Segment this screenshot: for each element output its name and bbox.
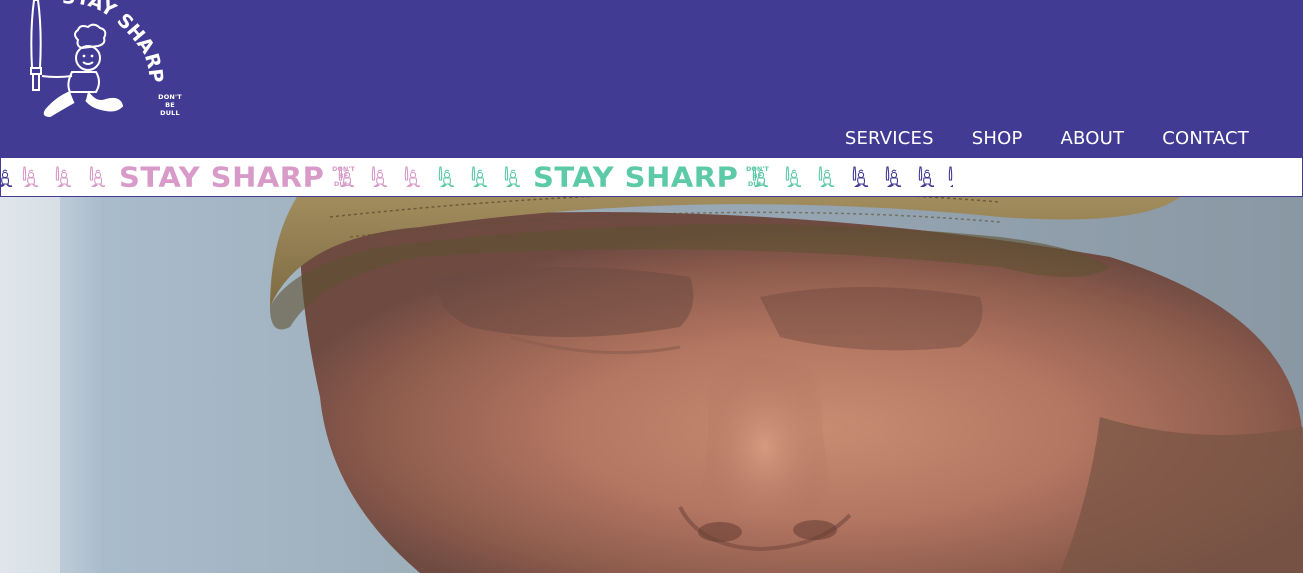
marquee-chef-icon: [403, 166, 421, 188]
nav-about[interactable]: ABOUT: [1061, 128, 1125, 149]
chef-with-knife-icon: STAY SHARP: [30, 0, 166, 118]
marquee-chef-icon: [470, 166, 488, 188]
marquee-chef-icon: [54, 166, 72, 188]
stay-sharp-logo[interactable]: STAY SHARP DON'T BE DULL: [26, 0, 182, 124]
site-header: STAY SHARP DON'T BE DULL SERVICES SHOP A…: [0, 0, 1303, 158]
marquee-chef-icon: [88, 166, 106, 188]
marquee-chef-icon: [851, 166, 869, 188]
marquee-chef-icon: [817, 166, 835, 188]
marquee-chef-icon: [1, 166, 13, 188]
main-nav: SERVICES SHOP ABOUT CONTACT: [845, 128, 1249, 149]
nav-contact[interactable]: CONTACT: [1162, 128, 1249, 149]
marquee-brand-mint: STAY SHARP DON'T BE DULL: [533, 160, 769, 194]
nav-shop[interactable]: SHOP: [972, 128, 1023, 149]
marquee-chef-icon: [947, 166, 953, 188]
marquee-chef-icon: [337, 166, 355, 188]
marquee-chef-icon: [917, 166, 935, 188]
marquee-brand-pink: STAY SHARP DON'T BE DULL: [119, 160, 355, 194]
hero-photo: [0, 197, 1303, 573]
marquee-chef-icon: [437, 166, 455, 188]
marquee-chef-icon: [21, 166, 39, 188]
marquee-chef-icon: [751, 166, 769, 188]
hero-video[interactable]: [0, 197, 1303, 573]
logo-tagline: DON'T BE DULL: [158, 93, 182, 117]
marquee-chef-icon: [784, 166, 802, 188]
brand-marquee: STAY SHARP DON'T BE DULL STAY SHARP DON'…: [0, 158, 1303, 197]
marquee-chef-icon: [503, 166, 521, 188]
nav-services[interactable]: SERVICES: [845, 128, 934, 149]
marquee-chef-icon: [884, 166, 902, 188]
marquee-track: STAY SHARP DON'T BE DULL STAY SHARP DON'…: [1, 158, 953, 196]
marquee-chef-icon: [370, 166, 388, 188]
